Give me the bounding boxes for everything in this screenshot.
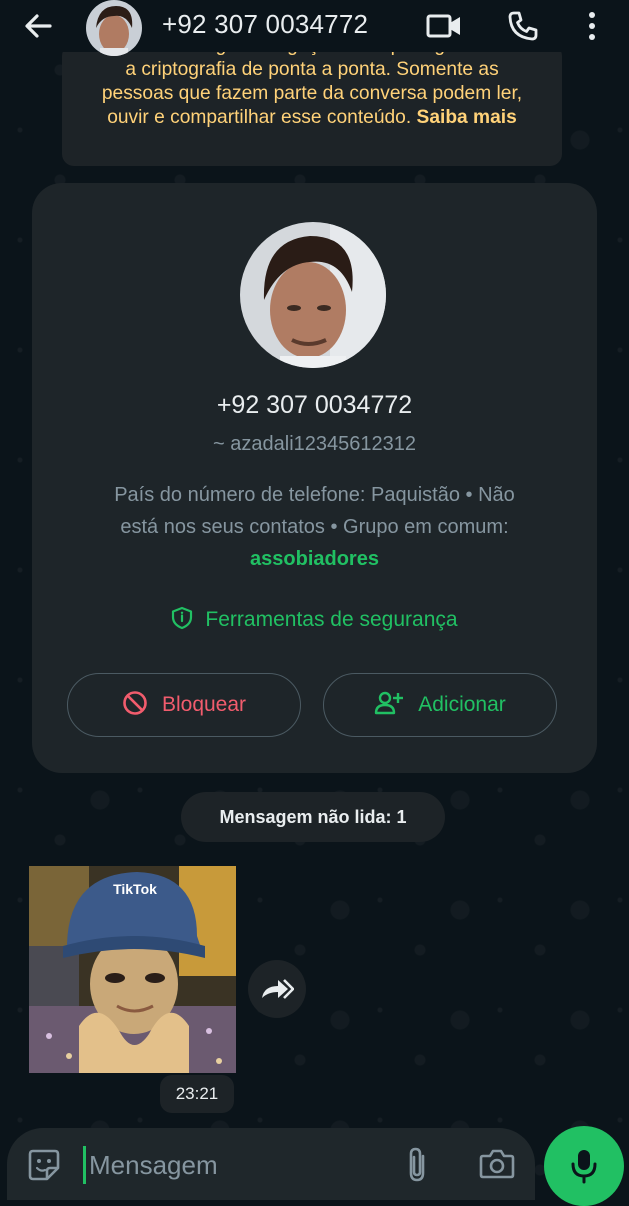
text-cursor	[83, 1146, 86, 1184]
shield-icon	[172, 606, 193, 630]
contact-details: País do número de telefone: Paquistão • …	[72, 479, 557, 575]
phone-call-icon[interactable]	[507, 10, 539, 42]
block-icon	[123, 691, 147, 715]
image-message[interactable]: TikTok	[29, 866, 236, 1073]
encryption-text: ouvir e compartilhar esse conteúdo.	[107, 107, 412, 128]
message-composer	[7, 1128, 535, 1200]
add-label: Adicionar	[418, 693, 506, 716]
encryption-line-4: ouvir e compartilhar esse conteúdo. Saib…	[62, 106, 562, 130]
contact-username: ~ azadali12345612312	[213, 433, 416, 455]
block-button[interactable]: Bloquear	[67, 673, 301, 737]
add-person-icon	[375, 691, 404, 715]
message-input[interactable]	[89, 1146, 389, 1184]
encryption-line-3: pessoas que fazem parte da conversa pode…	[101, 83, 523, 104]
contact-phone-number: +92 307 0034772	[216, 391, 413, 419]
encryption-notice[interactable]: 🔒 As mensagens e ligações são protegidas…	[62, 35, 562, 166]
microphone-icon	[571, 1150, 597, 1184]
block-label: Bloquear	[161, 693, 247, 716]
encryption-line-2: a criptografia de ponta a ponta. Somente…	[125, 59, 499, 80]
more-vertical-icon[interactable]	[582, 10, 602, 42]
learn-more-link[interactable]: Saiba mais	[417, 107, 517, 128]
tiktok-text: TikTok	[113, 881, 157, 897]
contact-details-line-1: País do número de telefone: Paquistão • …	[114, 484, 515, 506]
attach-icon[interactable]	[405, 1146, 429, 1184]
unread-messages-divider: Mensagem não lida: 1	[181, 792, 445, 842]
forward-icon	[262, 979, 294, 999]
voice-message-button[interactable]	[544, 1126, 624, 1206]
camera-icon[interactable]	[479, 1148, 515, 1180]
contact-details-line-2: está nos seus contatos • Grupo em comum:	[120, 516, 509, 538]
common-group-link[interactable]: assobiadores	[72, 543, 557, 575]
video-call-icon[interactable]	[425, 11, 463, 41]
contact-title[interactable]: +92 307 0034772	[162, 9, 368, 40]
contact-avatar[interactable]	[86, 0, 142, 56]
back-arrow-icon[interactable]	[22, 10, 54, 42]
contact-info-card: +92 307 0034772 ~ azadali12345612312 Paí…	[32, 183, 597, 773]
profile-photo[interactable]	[240, 222, 386, 368]
chat-header: +92 307 0034772	[0, 0, 629, 56]
forward-button[interactable]	[248, 960, 306, 1018]
add-contact-button[interactable]: Adicionar	[323, 673, 557, 737]
sticker-icon[interactable]	[27, 1148, 61, 1182]
security-tools-link[interactable]: Ferramentas de segurança	[32, 606, 597, 632]
security-tools-label: Ferramentas de segurança	[205, 608, 458, 631]
message-timestamp: 23:21	[160, 1075, 234, 1113]
